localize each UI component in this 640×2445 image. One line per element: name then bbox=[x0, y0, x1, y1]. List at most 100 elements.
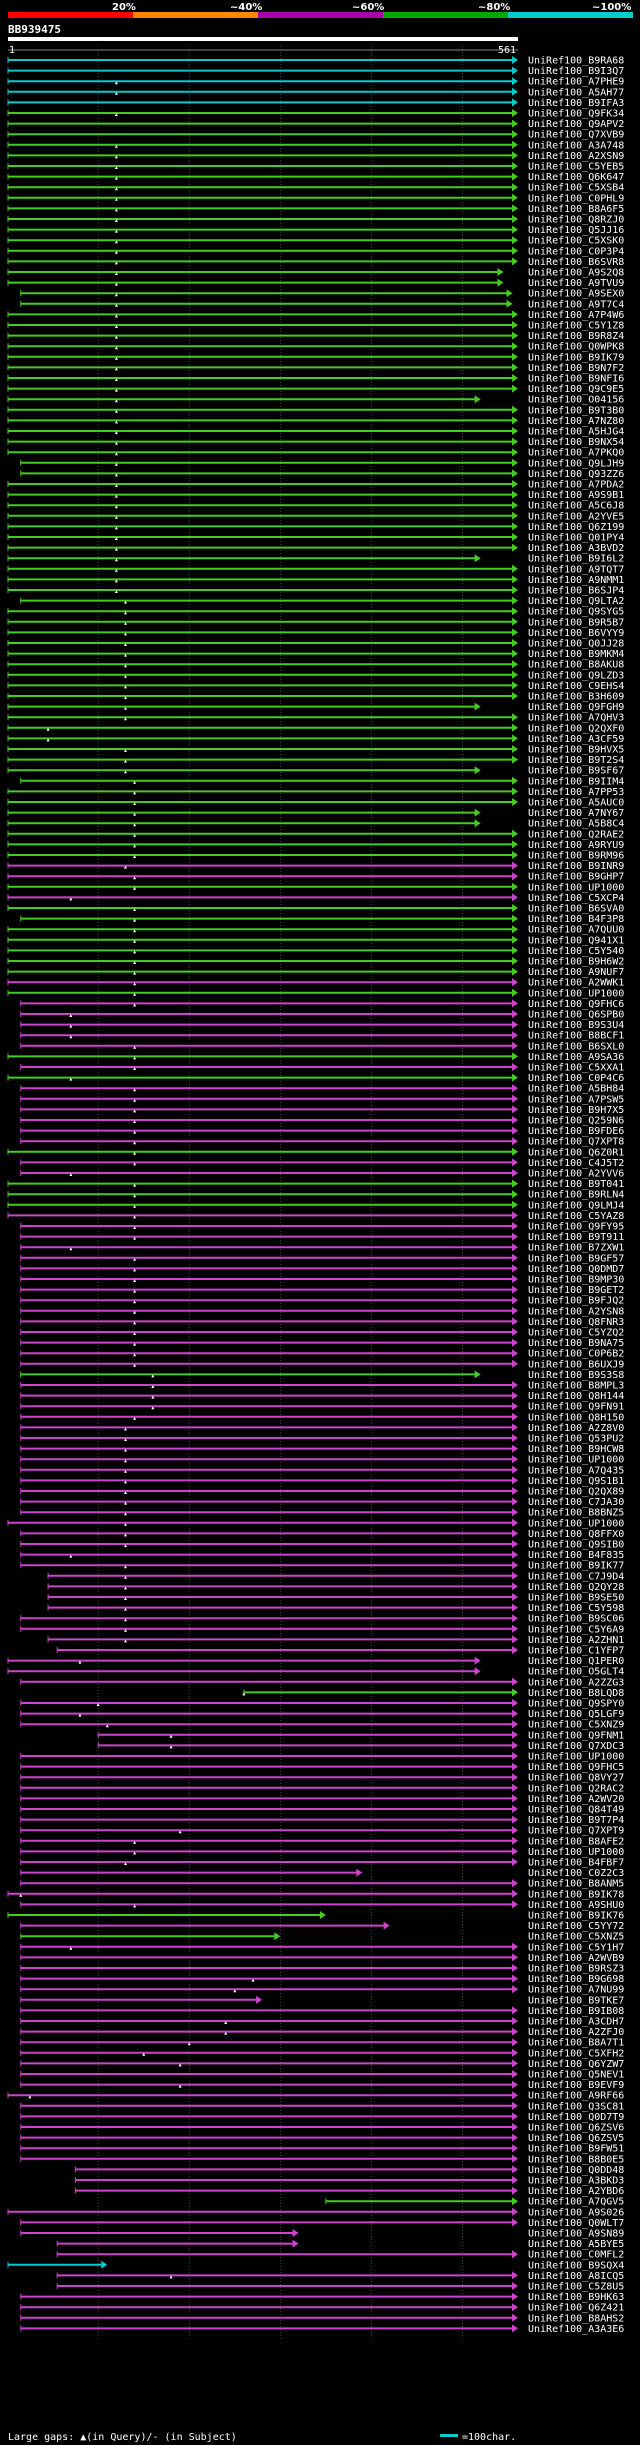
hit-label[interactable]: UniRef100_Q9APV2 bbox=[528, 119, 624, 130]
hit-label[interactable]: UniRef100_Q9FK34 bbox=[528, 109, 624, 120]
hit-label[interactable]: UniRef100_Q259N6 bbox=[528, 1116, 624, 1127]
hit-label[interactable]: UniRef100_A9S026 bbox=[528, 2207, 624, 2218]
hit-label[interactable]: UniRef100_Q8H144 bbox=[528, 1391, 624, 1402]
hit-label[interactable]: UniRef100_B9HCW8 bbox=[528, 1444, 624, 1455]
hit-label[interactable]: UniRef100_Q2QY28 bbox=[528, 1582, 624, 1593]
hit-label[interactable]: UniRef100_B4F3P8 bbox=[528, 914, 624, 925]
hit-label[interactable]: UniRef100_B6VYY9 bbox=[528, 628, 624, 639]
hit-label[interactable]: UniRef100_C5XNZ5 bbox=[528, 1932, 624, 1943]
hit-label[interactable]: UniRef100_A9SHU0 bbox=[528, 1900, 624, 1911]
hit-label[interactable]: UniRef100_Q3SC81 bbox=[528, 2101, 624, 2112]
hit-label[interactable]: UniRef100_C5XSK0 bbox=[528, 236, 624, 247]
hit-label[interactable]: UniRef100_C5Y6A9 bbox=[528, 1624, 624, 1635]
hit-label[interactable]: UniRef100_Q01PY4 bbox=[528, 533, 624, 544]
hit-label[interactable]: UniRef100_A9T7C4 bbox=[528, 299, 624, 310]
hit-label[interactable]: UniRef100_B9T041 bbox=[528, 1179, 624, 1190]
hit-label[interactable]: UniRef100_B9R5B7 bbox=[528, 617, 624, 628]
hit-label[interactable]: UniRef100_C5YAZ8 bbox=[528, 1211, 624, 1222]
hit-label[interactable]: UniRef100_A9S2Q8 bbox=[528, 268, 624, 279]
hit-label[interactable]: UniRef100_Q2RAE2 bbox=[528, 829, 624, 840]
hit-label[interactable]: UniRef100_A7PKQ0 bbox=[528, 448, 624, 459]
hit-label[interactable]: UniRef100_B9I3Q7 bbox=[528, 66, 624, 77]
hit-label[interactable]: UniRef100_Q7XVB9 bbox=[528, 130, 624, 141]
hit-label[interactable]: UniRef100_UP1000 bbox=[528, 882, 624, 893]
hit-label[interactable]: UniRef100_A2YSN8 bbox=[528, 1306, 624, 1317]
hit-label[interactable]: UniRef100_Q9FN91 bbox=[528, 1402, 624, 1413]
hit-label[interactable]: UniRef100_A5AUC0 bbox=[528, 798, 624, 809]
hit-label[interactable]: UniRef100_A3BVD2 bbox=[528, 543, 624, 554]
hit-label[interactable]: UniRef100_B9N7F2 bbox=[528, 363, 624, 374]
hit-label[interactable]: UniRef100_Q2QX89 bbox=[528, 1487, 624, 1498]
hit-label[interactable]: UniRef100_Q9SYG5 bbox=[528, 607, 624, 618]
hit-label[interactable]: UniRef100_Q8VY27 bbox=[528, 1773, 624, 1784]
hit-label[interactable]: UniRef100_Q9FHC5 bbox=[528, 1762, 624, 1773]
hit-label[interactable]: UniRef100_B9H6W2 bbox=[528, 957, 624, 968]
hit-label[interactable]: UniRef100_B9I6L2 bbox=[528, 554, 624, 565]
hit-label[interactable]: UniRef100_B3H609 bbox=[528, 692, 624, 703]
hit-label[interactable]: UniRef100_C5XCP4 bbox=[528, 893, 624, 904]
hit-label[interactable]: UniRef100_A9TQT7 bbox=[528, 564, 624, 575]
hit-label[interactable]: UniRef100_B6SVA0 bbox=[528, 904, 624, 915]
hit-label[interactable]: UniRef100_B9T911 bbox=[528, 1232, 624, 1243]
hit-label[interactable]: UniRef100_Q9SIB0 bbox=[528, 1540, 624, 1551]
hit-label[interactable]: UniRef100_B4F835 bbox=[528, 1550, 624, 1561]
hit-label[interactable]: UniRef100_Q7XPT9 bbox=[528, 1826, 624, 1837]
hit-label[interactable]: UniRef100_Q9FY95 bbox=[528, 1222, 624, 1233]
hit-label[interactable]: UniRef100_A5C6J8 bbox=[528, 501, 624, 512]
hit-label[interactable]: UniRef100_Q1PER0 bbox=[528, 1656, 624, 1667]
hit-label[interactable]: UniRef100_B9GF57 bbox=[528, 1253, 624, 1264]
hit-label[interactable]: UniRef100_C0P3P4 bbox=[528, 246, 624, 257]
hit-label[interactable]: UniRef100_A3CF59 bbox=[528, 734, 624, 745]
hit-label[interactable]: UniRef100_A3BKD3 bbox=[528, 2176, 624, 2187]
hit-label[interactable]: UniRef100_Q9S1B1 bbox=[528, 1476, 624, 1487]
hit-label[interactable]: UniRef100_Q5JJ16 bbox=[528, 225, 624, 236]
hit-label[interactable]: UniRef100_B6SXL0 bbox=[528, 1041, 624, 1052]
hit-label[interactable]: UniRef100_Q6K647 bbox=[528, 172, 624, 183]
hit-label[interactable]: UniRef100_B9S3U4 bbox=[528, 1020, 624, 1031]
hit-label[interactable]: UniRef100_B9RLN4 bbox=[528, 1190, 624, 1201]
hit-label[interactable]: UniRef100_B6SVR8 bbox=[528, 257, 624, 268]
hit-label[interactable]: UniRef100_A2WV20 bbox=[528, 1794, 624, 1805]
hit-label[interactable]: UniRef100_A7NY67 bbox=[528, 808, 624, 819]
hit-label[interactable]: UniRef100_B9NFI6 bbox=[528, 374, 624, 385]
hit-label[interactable]: UniRef100_A9NMM1 bbox=[528, 575, 624, 586]
hit-label[interactable]: UniRef100_A2YVV6 bbox=[528, 1169, 624, 1180]
hit-label[interactable]: UniRef100_B9MKM4 bbox=[528, 649, 624, 660]
hit-label[interactable]: UniRef100_B9H7X5 bbox=[528, 1105, 624, 1116]
hit-label[interactable]: UniRef100_A2YVE5 bbox=[528, 511, 624, 522]
hit-label[interactable]: UniRef100_B9IK77 bbox=[528, 1561, 624, 1572]
hit-label[interactable]: UniRef100_A5HJG4 bbox=[528, 427, 624, 438]
hit-label[interactable]: UniRef100_B9SC06 bbox=[528, 1614, 624, 1625]
hit-label[interactable]: UniRef100_B9T2S4 bbox=[528, 755, 624, 766]
hit-label[interactable]: UniRef100_B8B0E5 bbox=[528, 2154, 624, 2165]
hit-label[interactable]: UniRef100_B6SJP4 bbox=[528, 586, 624, 597]
hit-label[interactable]: UniRef100_Q8FFX0 bbox=[528, 1529, 624, 1540]
hit-label[interactable]: UniRef100_Q8RZJ0 bbox=[528, 215, 624, 226]
hit-label[interactable]: UniRef100_B4FBF7 bbox=[528, 1858, 624, 1869]
hit-label[interactable]: UniRef100_Q0WLT7 bbox=[528, 2218, 624, 2229]
hit-label[interactable]: UniRef100_B9FDE6 bbox=[528, 1126, 624, 1137]
hit-label[interactable]: UniRef100_Q7XDC3 bbox=[528, 1741, 624, 1752]
hit-label[interactable]: UniRef100_A7Q435 bbox=[528, 1465, 624, 1476]
hit-label[interactable]: UniRef100_Q9C9E5 bbox=[528, 384, 624, 395]
hit-label[interactable]: UniRef100_A9SA36 bbox=[528, 1052, 624, 1063]
hit-label[interactable]: UniRef100_UP1000 bbox=[528, 1847, 624, 1858]
hit-label[interactable]: UniRef100_B9NX54 bbox=[528, 437, 624, 448]
hit-label[interactable]: UniRef100_B6UXJ9 bbox=[528, 1359, 624, 1370]
hit-label[interactable]: UniRef100_C9EHS4 bbox=[528, 681, 624, 692]
hit-label[interactable]: UniRef100_Q5NEV1 bbox=[528, 2070, 624, 2081]
hit-label[interactable]: UniRef100_C0P6B2 bbox=[528, 1349, 624, 1360]
hit-label[interactable]: UniRef100_C1YFP7 bbox=[528, 1646, 624, 1657]
hit-label[interactable]: UniRef100_A7PSW5 bbox=[528, 1094, 624, 1105]
hit-label[interactable]: UniRef100_A2Z8V0 bbox=[528, 1423, 624, 1434]
hit-label[interactable]: UniRef100_B8LQD8 bbox=[528, 1688, 624, 1699]
hit-label[interactable]: UniRef100_Q0WPK8 bbox=[528, 342, 624, 353]
hit-label[interactable]: UniRef100_B9HVX5 bbox=[528, 745, 624, 756]
hit-label[interactable]: UniRef100_A5BH84 bbox=[528, 1084, 624, 1095]
hit-label[interactable]: UniRef100_A9TVU9 bbox=[528, 278, 624, 289]
hit-label[interactable]: UniRef100_A2ZHN1 bbox=[528, 1635, 624, 1646]
hit-label[interactable]: UniRef100_B9IB08 bbox=[528, 2006, 624, 2017]
hit-label[interactable]: UniRef100_B9RSZ3 bbox=[528, 1964, 624, 1975]
hit-label[interactable]: UniRef100_B9TKE7 bbox=[528, 1995, 624, 2006]
hit-label[interactable]: UniRef100_A7NZ80 bbox=[528, 416, 624, 427]
